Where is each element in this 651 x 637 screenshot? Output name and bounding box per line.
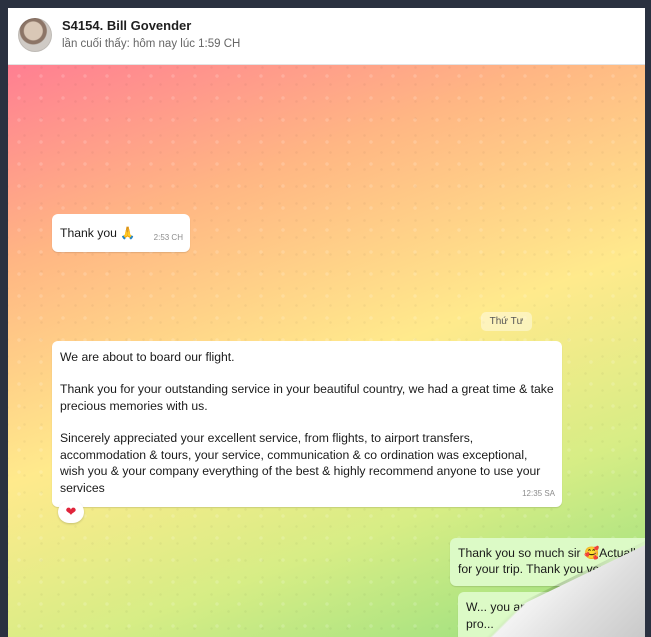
- chat-area[interactable]: Thank you 🙏 2:53 CH Thứ Tư We are about …: [8, 65, 645, 637]
- contact-name[interactable]: S4154. Bill Govender: [62, 18, 191, 33]
- day-separator: Thứ Tư: [481, 312, 532, 331]
- message-paragraph-2: Thank you for your outstanding service i…: [60, 382, 554, 413]
- message-time: 12:35 SA: [522, 488, 555, 498]
- screenshot-frame: S4154. Bill Govender lần cuối thấy: hôm …: [0, 0, 651, 637]
- last-seen-status: lần cuối thấy: hôm nay lúc 1:59 CH: [62, 38, 241, 50]
- chat-window: S4154. Bill Govender lần cuối thấy: hôm …: [8, 8, 645, 637]
- message-paragraph-1: We are about to board our flight.: [60, 350, 235, 364]
- heart-reaction-icon[interactable]: ❤: [58, 501, 84, 523]
- chat-header[interactable]: S4154. Bill Govender lần cuối thấy: hôm …: [8, 8, 645, 65]
- contact-avatar[interactable]: [18, 18, 52, 52]
- message-time: 2:53 CH: [153, 232, 183, 242]
- message-paragraph-3: Sincerely appreciated your excellent ser…: [60, 431, 541, 495]
- incoming-message-long[interactable]: We are about to board our flight. Thank …: [52, 341, 562, 507]
- incoming-message[interactable]: Thank you 🙏 2:53 CH: [52, 214, 190, 252]
- message-text: Thank you 🙏: [60, 226, 136, 240]
